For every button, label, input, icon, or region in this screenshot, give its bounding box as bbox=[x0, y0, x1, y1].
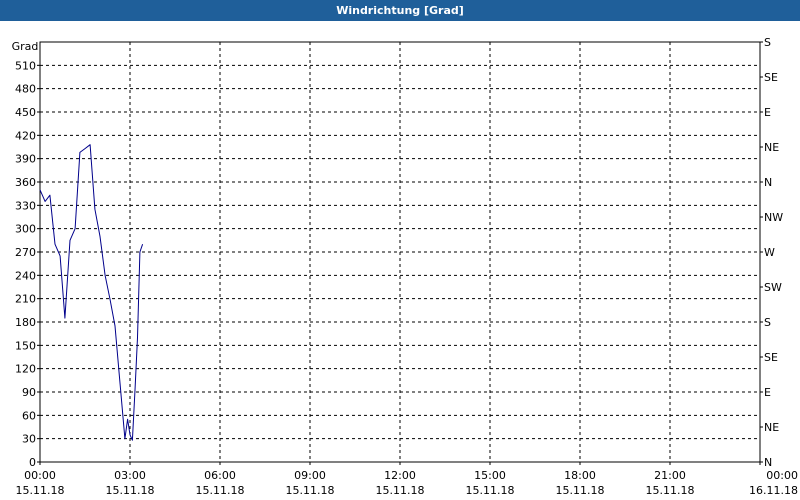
y-axis-label: Grad bbox=[12, 40, 39, 53]
x-tick-time: 15:00 bbox=[474, 469, 506, 482]
x-tick-time: 06:00 bbox=[204, 469, 236, 482]
x-tick-date: 15.11.18 bbox=[376, 484, 425, 497]
x-tick-date: 15.11.18 bbox=[556, 484, 605, 497]
compass-tick-label: W bbox=[764, 246, 775, 259]
compass-tick-label: SE bbox=[764, 351, 778, 364]
y-tick-label: 300 bbox=[15, 223, 36, 236]
compass-tick-label: S bbox=[764, 316, 771, 329]
x-tick-time: 09:00 bbox=[294, 469, 326, 482]
x-tick-time: 18:00 bbox=[564, 469, 596, 482]
y-tick-label: 60 bbox=[22, 409, 36, 422]
compass-tick-label: N bbox=[764, 456, 772, 469]
y-tick-label: 180 bbox=[15, 316, 36, 329]
compass-axis-ticks: N NE E SE S SW W NW N NE E SE S bbox=[760, 36, 783, 469]
x-tick-date: 15.11.18 bbox=[16, 484, 65, 497]
window-title: Windrichtung [Grad] bbox=[0, 0, 800, 21]
y-tick-label: 120 bbox=[15, 363, 36, 376]
x-tick-date: 16.11.18 bbox=[749, 484, 798, 497]
wind-direction-chart: Grad 0 30 60 90 120 150 180 210 240 270 300 330 360 3… bbox=[12, 36, 798, 497]
x-tick-time: 00:00 bbox=[24, 469, 56, 482]
y-tick-label: 270 bbox=[15, 246, 36, 259]
y-tick-label: 510 bbox=[15, 59, 36, 72]
compass-tick-label: E bbox=[764, 106, 771, 119]
x-tick-time: 12:00 bbox=[384, 469, 416, 482]
x-tick-time: 21:00 bbox=[654, 469, 686, 482]
y-tick-label: 150 bbox=[15, 339, 36, 352]
y-tick-label: 0 bbox=[29, 456, 36, 469]
grid bbox=[40, 42, 760, 462]
y-tick-label: 90 bbox=[22, 386, 36, 399]
compass-tick-label: NE bbox=[764, 141, 779, 154]
y-tick-label: 420 bbox=[15, 129, 36, 142]
y-tick-label: 30 bbox=[22, 433, 36, 446]
series-line bbox=[39, 144, 144, 441]
x-tick-date: 15.11.18 bbox=[196, 484, 245, 497]
y-tick-label: 210 bbox=[15, 293, 36, 306]
compass-tick-label: SE bbox=[764, 71, 778, 84]
x-tick-date: 15.11.18 bbox=[106, 484, 155, 497]
x-tick-date: 15.11.18 bbox=[466, 484, 515, 497]
compass-tick-label: S bbox=[764, 36, 771, 49]
compass-tick-label: N bbox=[764, 176, 772, 189]
y-tick-label: 330 bbox=[15, 199, 36, 212]
y-tick-label: 360 bbox=[15, 176, 36, 189]
compass-tick-label: SW bbox=[764, 281, 782, 294]
y-tick-label: 240 bbox=[15, 269, 36, 282]
y-axis-ticks: 0 30 60 90 120 150 180 210 240 270 300 330 360 390 420… bbox=[15, 59, 40, 469]
x-tick-time: 00:00 bbox=[766, 469, 798, 482]
x-axis-ticks: 00:00 15.11.18 03:00 15.11.18 06:00 15.11.18 0… bbox=[16, 462, 798, 497]
y-tick-label: 480 bbox=[15, 83, 36, 96]
compass-tick-label: E bbox=[764, 386, 771, 399]
x-tick-date: 15.11.18 bbox=[646, 484, 695, 497]
y-tick-label: 390 bbox=[15, 153, 36, 166]
compass-tick-label: NW bbox=[764, 211, 783, 224]
series bbox=[39, 144, 144, 441]
compass-tick-label: NE bbox=[764, 421, 779, 434]
x-tick-time: 03:00 bbox=[114, 469, 146, 482]
x-tick-date: 15.11.18 bbox=[286, 484, 335, 497]
y-tick-label: 450 bbox=[15, 106, 36, 119]
